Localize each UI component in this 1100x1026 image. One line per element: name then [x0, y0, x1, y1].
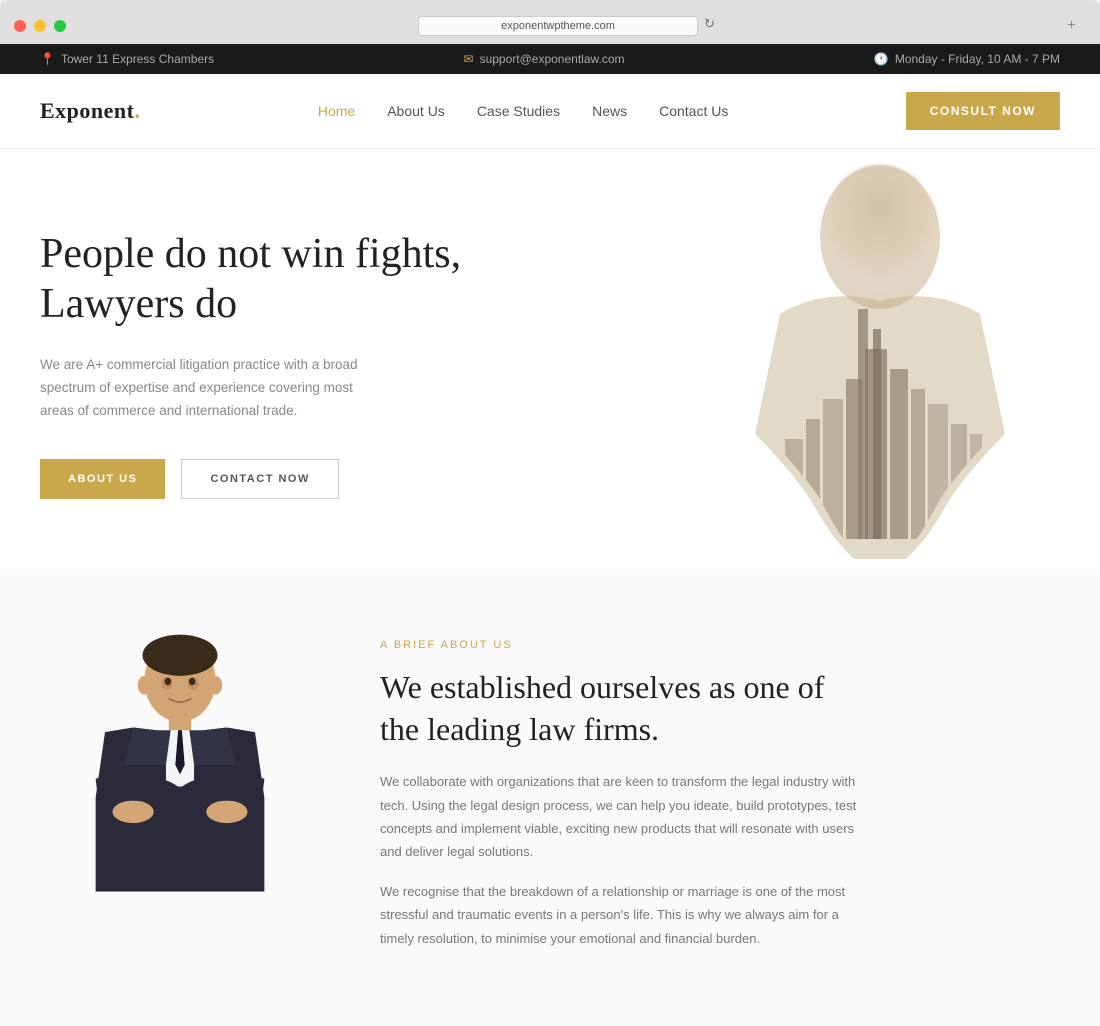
topbar-address: 📍 Tower 11 Express Chambers	[40, 52, 214, 66]
clock-icon: 🕐	[874, 52, 889, 66]
nav-links: Home About Us Case Studies News Contact …	[318, 103, 729, 119]
browser-window: exponentwptheme.com ↻ + 📍 Tower 11 Expre…	[0, 0, 1100, 1026]
about-text-2: We recognise that the breakdown of a rel…	[380, 880, 860, 950]
browser-url[interactable]: exponentwptheme.com	[418, 16, 698, 36]
website-content: 📍 Tower 11 Express Chambers ✉ support@ex…	[0, 44, 1100, 1026]
topbar-email-text: support@exponentlaw.com	[480, 52, 625, 66]
about-us-button[interactable]: About Us	[40, 459, 165, 499]
hero-title-line1: People do not win fights,	[40, 231, 461, 277]
logo: Exponent.	[40, 98, 140, 124]
nav-link-case-studies[interactable]: Case Studies	[477, 103, 560, 119]
browser-titlebar: exponentwptheme.com ↻ +	[0, 10, 1100, 44]
logo-dot: .	[134, 98, 140, 123]
topbar-address-text: Tower 11 Express Chambers	[61, 52, 214, 66]
nav-link-about[interactable]: About Us	[387, 103, 445, 119]
browser-newtab-icon[interactable]: +	[1067, 17, 1086, 35]
browser-minimize-dot[interactable]	[34, 20, 46, 32]
logo-text: Exponent	[40, 98, 134, 123]
navbar: Exponent. Home About Us Case Studies New…	[0, 74, 1100, 149]
hero-image	[600, 149, 1100, 569]
hero-section: People do not win fights, Lawyers do We …	[0, 149, 1100, 569]
browser-refresh-icon[interactable]: ↻	[704, 16, 715, 36]
topbar: 📍 Tower 11 Express Chambers ✉ support@ex…	[0, 44, 1100, 74]
hero-title-line2: Lawyers do	[40, 281, 237, 327]
email-icon: ✉	[464, 52, 474, 66]
about-content: A Brief About Us We established ourselve…	[380, 629, 1060, 966]
about-image	[40, 629, 340, 934]
about-title: We established ourselves as one of the l…	[380, 667, 860, 750]
topbar-hours: 🕐 Monday - Friday, 10 AM - 7 PM	[874, 52, 1060, 66]
about-text-1: We collaborate with organizations that a…	[380, 770, 860, 864]
about-section: A Brief About Us We established ourselve…	[0, 569, 1100, 1026]
nav-link-contact[interactable]: Contact Us	[659, 103, 728, 119]
hero-content: People do not win fights, Lawyers do We …	[40, 209, 461, 499]
location-icon: 📍	[40, 52, 55, 66]
nav-link-home[interactable]: Home	[318, 103, 355, 119]
browser-maximize-dot[interactable]	[54, 20, 66, 32]
lawyer-person-figure	[40, 629, 320, 929]
nav-link-news[interactable]: News	[592, 103, 627, 119]
browser-addressbar: exponentwptheme.com ↻	[74, 16, 1059, 36]
hero-title: People do not win fights, Lawyers do	[40, 229, 461, 330]
topbar-email: ✉ support@exponentlaw.com	[464, 52, 625, 66]
hero-person-silhouette	[680, 149, 1060, 559]
contact-now-button[interactable]: Contact Now	[181, 459, 338, 499]
browser-close-dot[interactable]	[14, 20, 26, 32]
hero-description: We are A+ commercial litigation practice…	[40, 354, 380, 423]
topbar-hours-text: Monday - Friday, 10 AM - 7 PM	[895, 52, 1060, 66]
hero-buttons: About Us Contact Now	[40, 459, 461, 499]
consult-now-button[interactable]: Consult Now	[906, 92, 1060, 130]
about-label: A Brief About Us	[380, 639, 1060, 651]
